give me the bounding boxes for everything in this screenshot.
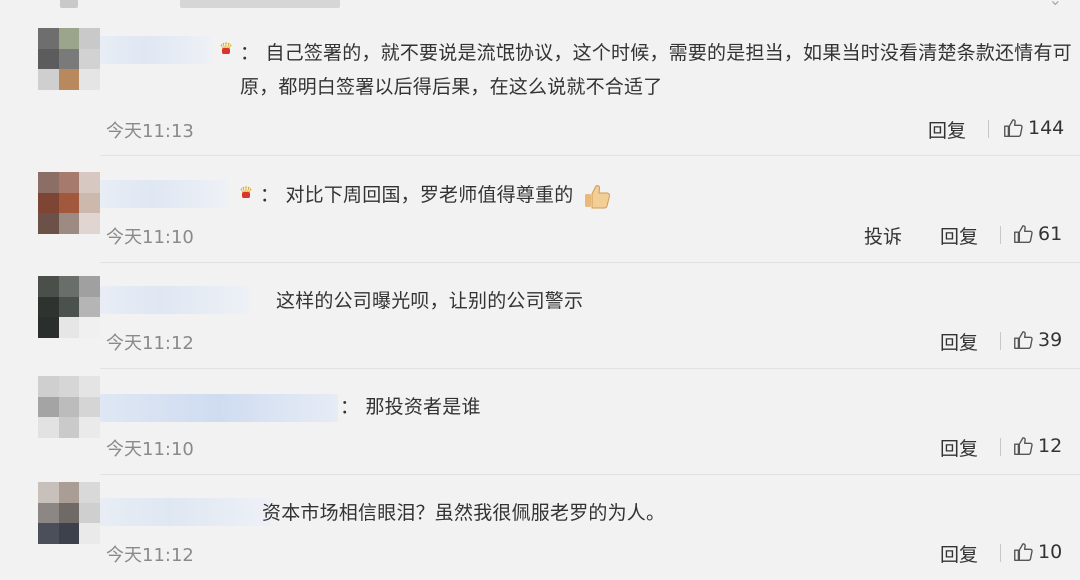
comment-text: ： 对比下周回国，罗老师值得尊重的 bbox=[260, 178, 612, 212]
crown-icon: ♛ bbox=[236, 184, 256, 202]
crown-icon: ♛ bbox=[216, 40, 236, 58]
like-count: 39 bbox=[1038, 329, 1063, 351]
comment-text-content: ： 对比下周回国，罗老师值得尊重的 bbox=[260, 184, 574, 206]
username-blurred[interactable] bbox=[100, 498, 274, 526]
previous-comment-fragment: ⌄ bbox=[0, 0, 1080, 14]
username-blurred[interactable] bbox=[100, 36, 212, 64]
avatar[interactable] bbox=[38, 376, 100, 438]
like-count: 10 bbox=[1038, 541, 1063, 563]
comment-time: 今天11:12 bbox=[106, 545, 194, 566]
blur-fragment bbox=[60, 0, 78, 8]
like-button[interactable]: 10 bbox=[1012, 541, 1062, 563]
reply-button[interactable]: 回复 bbox=[940, 434, 978, 461]
comment-time: 今天11:13 bbox=[106, 121, 194, 142]
like-count: 144 bbox=[1028, 117, 1065, 139]
username-blurred[interactable] bbox=[100, 180, 228, 208]
reply-button[interactable]: 回复 bbox=[940, 540, 978, 567]
like-count: 12 bbox=[1038, 435, 1063, 457]
avatar[interactable] bbox=[38, 28, 100, 90]
divider bbox=[988, 120, 989, 138]
comment-divider bbox=[100, 262, 1080, 263]
comment-time: 今天11:10 bbox=[106, 439, 194, 460]
thumbs-up-icon bbox=[1004, 119, 1023, 137]
reply-button[interactable]: 回复 bbox=[940, 222, 978, 249]
comment-time: 今天11:10 bbox=[106, 227, 194, 248]
like-count: 61 bbox=[1038, 223, 1063, 245]
divider bbox=[1000, 226, 1001, 244]
avatar[interactable] bbox=[38, 172, 100, 234]
reply-button[interactable]: 回复 bbox=[928, 116, 966, 143]
avatar[interactable] bbox=[38, 482, 100, 544]
thumbs-up-emoji-icon bbox=[584, 184, 610, 208]
comment-time: 今天11:12 bbox=[106, 333, 194, 354]
thumbs-up-icon bbox=[1014, 331, 1033, 349]
report-button[interactable]: 投诉 bbox=[864, 222, 902, 249]
comment-divider bbox=[100, 368, 1080, 369]
username-blurred[interactable] bbox=[100, 394, 338, 422]
thumbs-up-icon bbox=[1014, 437, 1033, 455]
chevron-down-icon[interactable]: ⌄ bbox=[1049, 0, 1062, 9]
comment-text: ： 那投资者是谁 bbox=[340, 396, 481, 418]
thumbs-up-icon bbox=[1014, 225, 1033, 243]
comment-divider bbox=[100, 155, 1080, 156]
like-button[interactable]: 39 bbox=[1012, 329, 1062, 351]
divider bbox=[1000, 332, 1001, 350]
comment-text: 这样的公司曝光呗，让别的公司警示 bbox=[276, 290, 584, 312]
thumbs-up-icon bbox=[1014, 543, 1033, 561]
like-button[interactable]: 144 bbox=[1002, 117, 1064, 139]
divider bbox=[1000, 438, 1001, 456]
blur-fragment bbox=[180, 0, 340, 8]
comment-divider bbox=[100, 474, 1080, 475]
comment-text: 资本市场相信眼泪？虽然我很佩服老罗的为人。 bbox=[262, 502, 666, 524]
username-blurred[interactable] bbox=[100, 286, 250, 314]
reply-button[interactable]: 回复 bbox=[940, 328, 978, 355]
divider bbox=[1000, 544, 1001, 562]
comment-text: ： 自己签署的，就不要说是流氓协议，这个时候，需要的是担当，如果当时没看清楚条款… bbox=[240, 42, 1072, 98]
like-button[interactable]: 12 bbox=[1012, 435, 1062, 457]
avatar[interactable] bbox=[38, 276, 100, 338]
like-button[interactable]: 61 bbox=[1012, 223, 1062, 245]
